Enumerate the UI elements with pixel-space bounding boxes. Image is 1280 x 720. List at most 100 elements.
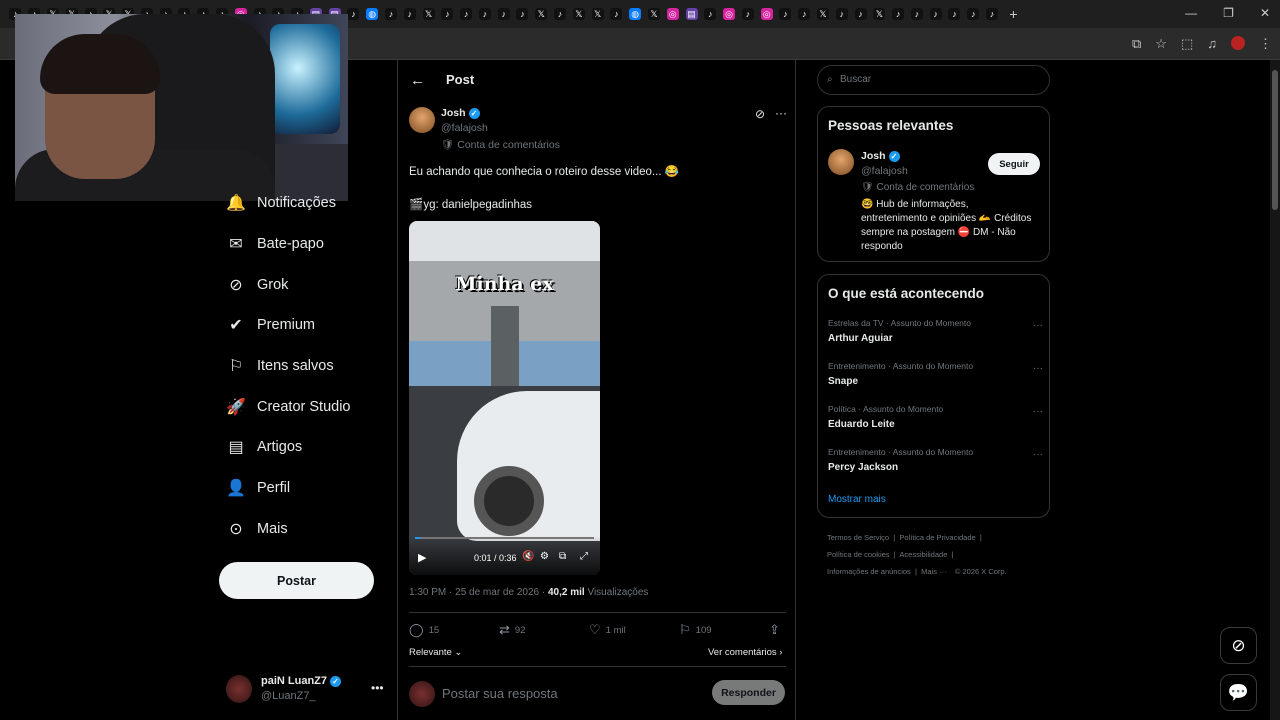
x-tab-icon[interactable]: 𝕏 <box>591 8 604 20</box>
tiktok-tab-icon[interactable]: ♪ <box>910 8 923 20</box>
tiktok-tab-icon[interactable]: ♪ <box>610 8 623 20</box>
tiktok-tab-icon[interactable]: ♪ <box>554 8 567 20</box>
trend-item[interactable]: Estrelas da TV · Assunto do Momento Arthu… <box>828 318 1043 344</box>
reply-submit-button[interactable]: Responder <box>712 680 785 705</box>
restore-icon[interactable]: ❐ <box>1223 6 1234 20</box>
cookies-link[interactable]: Política de cookies <box>827 550 890 559</box>
nav-item-perfil[interactable]: 👤 Perfil <box>219 473 379 503</box>
relevant-avatar[interactable] <box>828 149 854 175</box>
install-icon[interactable]: ⧉ <box>1132 36 1141 52</box>
x-tab-icon[interactable]: 𝕏 <box>647 8 660 20</box>
video-progress-track[interactable] <box>415 537 594 539</box>
tiktok-tab-icon[interactable]: ♪ <box>347 8 360 20</box>
reply-button[interactable]: ◯ 15 <box>409 622 439 638</box>
profile-avatar[interactable] <box>1231 36 1245 50</box>
grok-icon[interactable]: ⊘ <box>755 107 765 121</box>
instagram-tab-icon[interactable]: ◎ <box>760 8 773 20</box>
messenger-tab-icon[interactable]: ◍ <box>366 8 379 20</box>
menu-icon[interactable]: ⋮ <box>1259 36 1272 52</box>
tiktok-tab-icon[interactable]: ♪ <box>948 8 961 20</box>
tiktok-tab-icon[interactable]: ♪ <box>967 8 980 20</box>
grok-fab-icon[interactable]: ⊘ <box>1220 627 1257 664</box>
ads-link[interactable]: Informações de anúncios <box>827 567 911 576</box>
tiktok-tab-icon[interactable]: ♪ <box>460 8 473 20</box>
privacy-link[interactable]: Política de Privacidade <box>899 533 975 542</box>
relevant-handle[interactable]: @falajosh <box>861 165 908 177</box>
account-switcher[interactable]: paiN LuanZ7 ✓ @LuanZ7_ ••• <box>226 675 386 705</box>
tiktok-tab-icon[interactable]: ♪ <box>403 8 416 20</box>
trend-item[interactable]: Entretenimento · Assunto do Momento Snape… <box>828 361 1043 387</box>
instagram-tab-icon[interactable]: ◎ <box>666 8 679 20</box>
back-arrow-icon[interactable]: ← <box>410 72 425 89</box>
more-link[interactable]: Mais ··· <box>921 567 946 576</box>
tiktok-tab-icon[interactable]: ♪ <box>441 8 454 20</box>
tiktok-tab-icon[interactable]: ♪ <box>497 8 510 20</box>
extensions-icon[interactable]: ⬚ <box>1181 36 1193 52</box>
nav-item-bate-papo[interactable]: ✉ Bate-papo <box>219 229 379 259</box>
post-time[interactable]: 1:30 PM · 25 de mar de 2026 · <box>409 587 545 598</box>
trend-item[interactable]: Entretenimento · Assunto do Momento Percy… <box>828 447 1043 473</box>
account-more-icon[interactable]: ••• <box>371 681 384 695</box>
video-player[interactable]: Minha ex ▶ 0:01 / 0:36 🔇 ⚙ ⧉ ⤢ <box>409 221 600 575</box>
repost-button[interactable]: ⇄ 92 <box>499 622 525 638</box>
trend-more-icon[interactable]: ··· <box>1033 449 1043 460</box>
trend-item[interactable]: Política · Assunto do Momento Eduardo Lei… <box>828 404 1043 430</box>
tiktok-tab-icon[interactable]: ♪ <box>704 8 717 20</box>
post-more-icon[interactable]: ··· <box>775 106 787 120</box>
share-button[interactable]: ⇪ <box>769 622 785 638</box>
author-name-row[interactable]: Josh ✓ <box>441 107 480 119</box>
media-icon[interactable]: ♫ <box>1207 36 1217 52</box>
x-tab-icon[interactable]: 𝕏 <box>535 8 548 20</box>
show-more-link[interactable]: Mostrar mais <box>828 494 886 505</box>
new-tab-icon[interactable]: + <box>1009 6 1017 22</box>
accessibility-link[interactable]: Acessibilidade <box>899 550 947 559</box>
sort-dropdown[interactable]: Relevante ⌄ <box>409 647 462 658</box>
trend-more-icon[interactable]: ··· <box>1033 363 1043 374</box>
nav-item-itens-salvos[interactable]: ⚐ Itens salvos <box>219 351 379 381</box>
minimize-icon[interactable]: — <box>1185 6 1197 20</box>
reply-input[interactable]: Postar sua resposta <box>442 686 558 701</box>
star-icon[interactable]: ☆ <box>1155 36 1167 52</box>
relevant-name-row[interactable]: Josh ✓ <box>861 150 900 162</box>
fullscreen-icon[interactable]: ⤢ <box>580 551 588 562</box>
search-input[interactable]: ⌕ Buscar <box>817 65 1050 95</box>
instagram-tab-icon[interactable]: ◎ <box>723 8 736 20</box>
messages-fab-icon[interactable]: 💬 <box>1220 674 1257 711</box>
play-icon[interactable]: ▶ <box>418 551 426 564</box>
nav-item-creator-studio[interactable]: 🚀 Creator Studio <box>219 392 379 422</box>
nav-item-premium[interactable]: ✔ Premium <box>219 310 379 340</box>
tiktok-tab-icon[interactable]: ♪ <box>854 8 867 20</box>
tiktok-tab-icon[interactable]: ♪ <box>798 8 811 20</box>
tiktok-tab-icon[interactable]: ♪ <box>478 8 491 20</box>
nav-item-artigos[interactable]: ▤ Artigos <box>219 432 379 462</box>
terms-link[interactable]: Termos de Serviço <box>827 533 889 542</box>
nav-item-mais[interactable]: ⊙ Mais <box>219 514 379 544</box>
view-comments-link[interactable]: Ver comentários › <box>708 647 782 658</box>
tiktok-tab-icon[interactable]: ♪ <box>385 8 398 20</box>
trend-more-icon[interactable]: ··· <box>1033 406 1043 417</box>
like-button[interactable]: ♡ 1 mil <box>589 622 626 638</box>
bookmark-button[interactable]: ⚐ 109 <box>679 622 712 638</box>
twitch-tab-icon[interactable]: ▤ <box>685 8 698 20</box>
settings-icon[interactable]: ⚙ <box>540 551 549 562</box>
author-avatar[interactable] <box>409 107 435 133</box>
close-icon[interactable]: ✕ <box>1260 6 1270 20</box>
messenger-tab-icon[interactable]: ◍ <box>629 8 642 20</box>
tiktok-tab-icon[interactable]: ♪ <box>929 8 942 20</box>
tiktok-tab-icon[interactable]: ♪ <box>835 8 848 20</box>
pip-icon[interactable]: ⧉ <box>559 551 566 562</box>
x-tab-icon[interactable]: 𝕏 <box>873 8 886 20</box>
tiktok-tab-icon[interactable]: ♪ <box>779 8 792 20</box>
tiktok-tab-icon[interactable]: ♪ <box>986 8 999 20</box>
nav-item-grok[interactable]: ⊘ Grok <box>219 270 379 300</box>
nav-item-notificações[interactable]: 🔔 Notificações <box>219 188 379 218</box>
scrollbar[interactable] <box>1270 60 1280 720</box>
scrollbar-thumb[interactable] <box>1272 70 1278 210</box>
tiktok-tab-icon[interactable]: ♪ <box>516 8 529 20</box>
trend-more-icon[interactable]: ··· <box>1033 320 1043 331</box>
x-tab-icon[interactable]: 𝕏 <box>422 8 435 20</box>
author-handle[interactable]: @falajosh <box>441 122 488 134</box>
x-tab-icon[interactable]: 𝕏 <box>572 8 585 20</box>
x-tab-icon[interactable]: 𝕏 <box>816 8 829 20</box>
tiktok-tab-icon[interactable]: ♪ <box>741 8 754 20</box>
